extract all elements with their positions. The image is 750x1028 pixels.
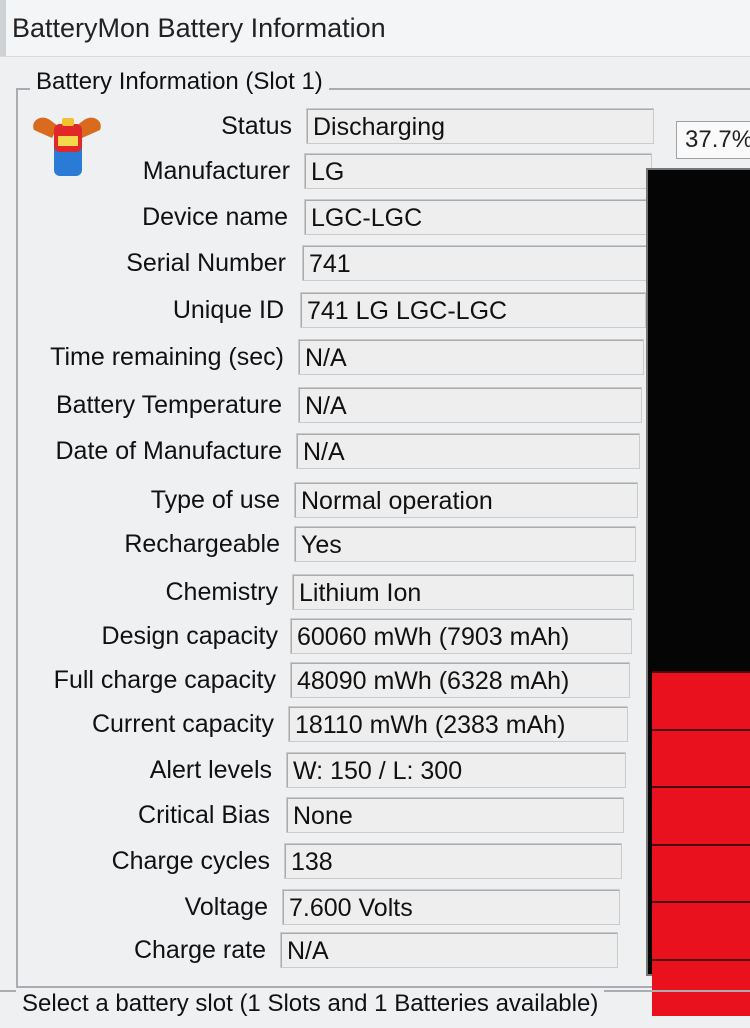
- charge-segment: [652, 843, 750, 901]
- field-label: Voltage: [184, 893, 268, 921]
- charge-segment: [652, 901, 750, 959]
- charge-segment: [652, 728, 750, 786]
- field-label: Type of use: [150, 486, 280, 514]
- field-value: W: 150 / L: 300: [286, 752, 626, 788]
- field-value: 60060 mWh (7903 mAh): [290, 618, 632, 654]
- field-row: Charge rate N/A: [0, 932, 750, 970]
- field-value: LGC-LGC: [304, 199, 650, 235]
- field-label: Design capacity: [101, 622, 278, 650]
- field-value: N/A: [298, 339, 644, 375]
- group-legend: Battery Information (Slot 1): [30, 68, 329, 96]
- field-label: Unique ID: [172, 296, 284, 324]
- field-row: Chemistry Lithium Ion: [0, 574, 750, 612]
- field-value: 7.600 Volts: [282, 889, 620, 925]
- field-label: Status: [221, 112, 292, 140]
- field-row: Battery Temperature N/A: [0, 387, 750, 425]
- field-row: Alert levels W: 150 / L: 300: [0, 752, 750, 790]
- charge-segment: [652, 786, 750, 844]
- field-value: None: [286, 797, 624, 833]
- field-value: Yes: [294, 526, 636, 562]
- field-label: Chemistry: [165, 578, 278, 606]
- field-row: Unique ID 741 LG LGC-LGC: [0, 292, 750, 330]
- slot-select-legend: Select a battery slot (1 Slots and 1 Bat…: [16, 990, 605, 1018]
- field-row: Design capacity 60060 mWh (7903 mAh): [0, 618, 750, 656]
- field-label: Current capacity: [91, 710, 274, 738]
- field-value: Discharging: [306, 108, 654, 144]
- field-value: 48090 mWh (6328 mAh): [290, 662, 630, 698]
- field-value: N/A: [280, 932, 618, 968]
- field-row: Charge cycles 138: [0, 843, 750, 881]
- field-row: Manufacturer LG: [0, 153, 750, 191]
- field-row: Critical Bias None: [0, 797, 750, 835]
- field-row: Date of Manufacture N/A: [0, 433, 750, 471]
- field-value: 741 LG LGC-LGC: [300, 292, 646, 328]
- field-value: LG: [304, 153, 652, 189]
- charge-percent-readout: 37.7%: [676, 121, 750, 159]
- field-row: Voltage 7.600 Volts: [0, 889, 750, 927]
- field-value: Normal operation: [294, 482, 638, 518]
- field-row: Device name LGC-LGC: [0, 199, 750, 237]
- field-label: Device name: [142, 203, 288, 231]
- field-label: Critical Bias: [138, 801, 270, 829]
- field-label: Date of Manufacture: [55, 437, 282, 465]
- field-value: Lithium Ion: [292, 574, 634, 610]
- field-row: Current capacity 18110 mWh (2383 mAh): [0, 706, 750, 744]
- title-bar: BatteryMon Battery Information: [0, 0, 750, 57]
- field-value: 741: [302, 245, 648, 281]
- field-row: Full charge capacity 48090 mWh (6328 mAh): [0, 662, 750, 700]
- charge-level-meter: [646, 168, 750, 1016]
- window-title: BatteryMon Battery Information: [12, 13, 386, 43]
- field-value: N/A: [298, 387, 642, 423]
- field-row: Serial Number 741: [0, 245, 750, 283]
- field-row: Status Discharging: [0, 108, 750, 146]
- field-row: Time remaining (sec) N/A: [0, 339, 750, 377]
- field-label: Rechargeable: [124, 530, 280, 558]
- field-label: Manufacturer: [142, 157, 290, 185]
- field-row: Rechargeable Yes: [0, 526, 750, 564]
- field-value: N/A: [296, 433, 640, 469]
- field-label: Charge rate: [133, 936, 266, 964]
- slot-select-group: Select a battery slot (1 Slots and 1 Bat…: [0, 990, 750, 1028]
- charge-segment: [652, 671, 750, 729]
- field-label: Battery Temperature: [55, 391, 282, 419]
- field-label: Charge cycles: [111, 847, 270, 875]
- field-label: Serial Number: [126, 249, 286, 277]
- field-label: Alert levels: [149, 756, 272, 784]
- field-value: 18110 mWh (2383 mAh): [288, 706, 628, 742]
- window-edge: [0, 0, 6, 56]
- field-row: Type of use Normal operation: [0, 482, 750, 520]
- field-label: Time remaining (sec): [50, 343, 284, 371]
- field-value: 138: [284, 843, 622, 879]
- field-label: Full charge capacity: [53, 666, 276, 694]
